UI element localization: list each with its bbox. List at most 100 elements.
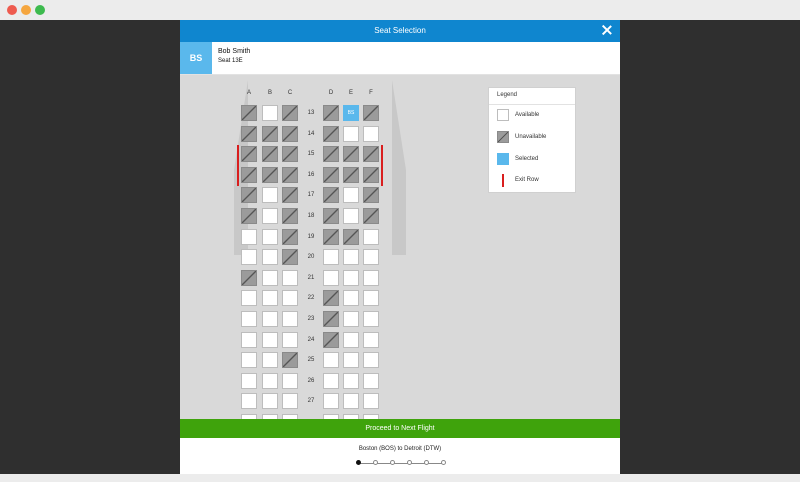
- seat-15c: [282, 146, 298, 162]
- progress-step-dot[interactable]: [407, 460, 412, 465]
- seat-14e[interactable]: [343, 126, 359, 142]
- seat-27c[interactable]: [282, 393, 298, 409]
- seat-25e[interactable]: [343, 352, 359, 368]
- seat-15a: [241, 146, 257, 162]
- legend-panel: Legend Available Unavailable Selected Ex…: [488, 87, 576, 193]
- progress-step-dot[interactable]: [356, 460, 361, 465]
- seat-26c[interactable]: [282, 373, 298, 389]
- seat-23c[interactable]: [282, 311, 298, 327]
- seat-25d[interactable]: [323, 352, 339, 368]
- seat-26b[interactable]: [262, 373, 278, 389]
- seat-17c: [282, 187, 298, 203]
- seat-13a: [241, 105, 257, 121]
- modal-title: Seat Selection: [374, 26, 426, 35]
- seat-26f[interactable]: [363, 373, 379, 389]
- seat-27d[interactable]: [323, 393, 339, 409]
- seat-24e[interactable]: [343, 332, 359, 348]
- seat-18e[interactable]: [343, 208, 359, 224]
- row-number: 24: [307, 337, 315, 343]
- progress-step-dot[interactable]: [373, 460, 378, 465]
- seat-27f[interactable]: [363, 393, 379, 409]
- route-label: Boston (BOS) to Detroit (DTW): [358, 446, 442, 452]
- seat-23e[interactable]: [343, 311, 359, 327]
- exit-row-marker-left: [237, 145, 239, 186]
- row-number: 22: [307, 295, 315, 301]
- seat-19b[interactable]: [262, 229, 278, 245]
- seat-25f[interactable]: [363, 352, 379, 368]
- legend-label: Unavailable: [515, 134, 547, 140]
- seat-22c[interactable]: [282, 290, 298, 306]
- row-number: 19: [307, 234, 315, 240]
- seat-24d: [323, 332, 339, 348]
- seat-16b: [262, 167, 278, 183]
- column-label-d: D: [328, 90, 334, 96]
- seat-21d[interactable]: [323, 270, 339, 286]
- flight-progress-indicator: [356, 460, 446, 466]
- seat-17a: [241, 187, 257, 203]
- seat-20e[interactable]: [343, 249, 359, 265]
- close-icon[interactable]: [600, 23, 614, 37]
- seat-20a[interactable]: [241, 249, 257, 265]
- seat-22b[interactable]: [262, 290, 278, 306]
- seat-23f[interactable]: [363, 311, 379, 327]
- seat-24f[interactable]: [363, 332, 379, 348]
- seat-21f[interactable]: [363, 270, 379, 286]
- minimize-window-button[interactable]: [21, 5, 31, 15]
- seat-24b[interactable]: [262, 332, 278, 348]
- seat-21b[interactable]: [262, 270, 278, 286]
- seat-20d[interactable]: [323, 249, 339, 265]
- exit-row-marker-right: [381, 145, 383, 186]
- seat-14f[interactable]: [363, 126, 379, 142]
- seat-19a[interactable]: [241, 229, 257, 245]
- seat-21e[interactable]: [343, 270, 359, 286]
- seat-22d: [323, 290, 339, 306]
- exit-row-icon: [502, 174, 504, 187]
- seat-22f[interactable]: [363, 290, 379, 306]
- seat-17b[interactable]: [262, 187, 278, 203]
- seat-22a[interactable]: [241, 290, 257, 306]
- seat-24a[interactable]: [241, 332, 257, 348]
- seat-27b[interactable]: [262, 393, 278, 409]
- window-bottom-edge: [0, 474, 800, 482]
- seat-26e[interactable]: [343, 373, 359, 389]
- seat-27a[interactable]: [241, 393, 257, 409]
- seat-24c[interactable]: [282, 332, 298, 348]
- progress-step-dot[interactable]: [390, 460, 395, 465]
- seat-14a: [241, 126, 257, 142]
- row-number: 21: [307, 275, 315, 281]
- seat-20f[interactable]: [363, 249, 379, 265]
- seat-13b[interactable]: [262, 105, 278, 121]
- seat-15b: [262, 146, 278, 162]
- row-number: 13: [307, 110, 315, 116]
- seat-22e[interactable]: [343, 290, 359, 306]
- seat-17e[interactable]: [343, 187, 359, 203]
- seat-20b[interactable]: [262, 249, 278, 265]
- seat-25a[interactable]: [241, 352, 257, 368]
- row-number: 17: [307, 192, 315, 198]
- seat-19f[interactable]: [363, 229, 379, 245]
- passenger-card[interactable]: BS Bob Smith Seat 13E: [180, 42, 620, 75]
- legend-label: Available: [515, 112, 540, 118]
- seat-26d[interactable]: [323, 373, 339, 389]
- column-label-b: B: [267, 90, 272, 96]
- seat-25b[interactable]: [262, 352, 278, 368]
- seat-15e: [343, 146, 359, 162]
- close-window-button[interactable]: [7, 5, 17, 15]
- seat-23b[interactable]: [262, 311, 278, 327]
- row-number: 26: [307, 378, 315, 384]
- seat-26a[interactable]: [241, 373, 257, 389]
- unavailable-seat-icon: [497, 131, 509, 143]
- progress-step-dot[interactable]: [441, 460, 446, 465]
- seat-18b[interactable]: [262, 208, 278, 224]
- seat-23a[interactable]: [241, 311, 257, 327]
- seat-23d: [323, 311, 339, 327]
- proceed-next-flight-button[interactable]: Proceed to Next Flight: [180, 419, 620, 438]
- progress-step-dot[interactable]: [424, 460, 429, 465]
- seat-13e[interactable]: BS: [343, 105, 359, 121]
- row-number: 23: [307, 316, 315, 322]
- seat-21c[interactable]: [282, 270, 298, 286]
- seat-27e[interactable]: [343, 393, 359, 409]
- maximize-window-button[interactable]: [35, 5, 45, 15]
- legend-title: Legend: [497, 92, 518, 98]
- progress-line: [358, 462, 444, 464]
